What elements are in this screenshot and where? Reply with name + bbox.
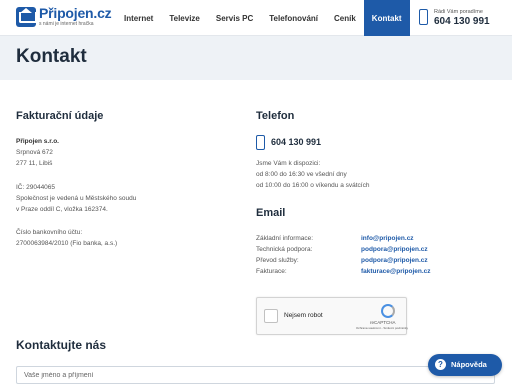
phone-number[interactable]: 604 130 991 — [271, 137, 321, 147]
recaptcha-terms[interactable]: Ochrana soukromí - Smluvní podmínky — [356, 326, 408, 330]
company-id: IČ: 29044065 — [16, 184, 56, 191]
logo-house-icon[interactable] — [16, 7, 37, 27]
email-row: Technická podpora: podpora@pripojen.cz — [256, 246, 456, 256]
email-label: Technická podpora: — [256, 246, 313, 253]
email-label: Základní informace: — [256, 235, 314, 242]
hours-weekend: od 10:00 do 16:00 o víkendu a svátcích — [256, 182, 370, 189]
email-label: Fakturace: — [256, 268, 287, 275]
email-row: Základní informace: info@pripojen.cz — [256, 235, 456, 245]
hours-weekday: od 8:00 do 16:30 ve všední dny — [256, 171, 347, 178]
email-heading: Email — [256, 207, 286, 219]
email-row: Fakturace: fakturace@pripojen.cz — [256, 268, 456, 278]
header-phone-label: Rádi Vám poradíme — [434, 9, 483, 15]
main-nav: Internet Televize Servis PC Telefonování… — [116, 0, 410, 36]
header-phone-number[interactable]: 604 130 991 — [434, 16, 490, 27]
phone-heading: Telefon — [256, 110, 295, 122]
help-label: Nápověda — [451, 360, 487, 369]
recaptcha-brand: reCAPTCHA — [370, 320, 396, 325]
nav-servis-pc[interactable]: Servis PC — [208, 0, 261, 36]
recaptcha-checkbox[interactable] — [264, 309, 278, 323]
registry-line-1: Společnost je vedená u Městského soudu — [16, 195, 137, 202]
bank-label: Číslo bankovního účtu: — [16, 229, 83, 236]
recaptcha-logo-icon — [381, 304, 395, 318]
name-input[interactable] — [16, 366, 495, 384]
company-name: Připojen s.r.o. — [16, 138, 59, 145]
email-label: Převod služby: — [256, 257, 299, 264]
email-row: Převod služby: podpora@pripojen.cz — [256, 257, 456, 267]
phone-icon — [419, 9, 428, 25]
recaptcha-widget: Nejsem robot reCAPTCHA Ochrana soukromí … — [256, 297, 408, 335]
nav-televize[interactable]: Televize — [161, 0, 208, 36]
phone-icon — [256, 135, 265, 150]
city: 277 11, Libiš — [16, 160, 53, 167]
nav-internet[interactable]: Internet — [116, 0, 161, 36]
brand-tagline: s námi je internet hračka — [39, 21, 94, 27]
registry-line-2: v Praze oddíl C, vložka 162374. — [16, 206, 108, 213]
street: Srpnová 672 — [16, 149, 53, 156]
page-title: Kontakt — [16, 46, 87, 67]
site-header: Připojen.cz s námi je internet hračka In… — [0, 0, 512, 36]
nav-kontakt[interactable]: Kontakt — [363, 0, 410, 36]
hours-label: Jsme Vám k dispozici: — [256, 160, 321, 167]
nav-telefonovani[interactable]: Telefonování — [261, 0, 326, 36]
nav-cenik[interactable]: Ceník — [326, 0, 364, 36]
bank-account: 2700063984/2010 (Fio banka, a.s.) — [16, 240, 118, 247]
email-link[interactable]: fakturace@pripojen.cz — [361, 268, 431, 275]
recaptcha-label: Nejsem robot — [284, 312, 323, 319]
brand-name[interactable]: Připojen.cz — [39, 6, 112, 20]
email-link[interactable]: podpora@pripojen.cz — [361, 246, 428, 253]
help-button[interactable]: ? Nápověda — [428, 354, 502, 376]
email-link[interactable]: info@pripojen.cz — [361, 235, 414, 242]
billing-heading: Fakturační údaje — [16, 110, 104, 122]
email-link[interactable]: podpora@pripojen.cz — [361, 257, 428, 264]
question-icon: ? — [435, 359, 446, 370]
contact-heading: Kontaktujte nás — [16, 338, 107, 352]
